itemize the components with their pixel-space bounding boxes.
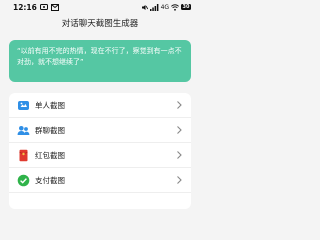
network-type: 4G bbox=[160, 3, 170, 11]
page-title: 对话聊天截图生成器 bbox=[61, 18, 139, 29]
battery-icon: 30 bbox=[181, 4, 191, 10]
notification-icon bbox=[39, 4, 48, 10]
mail-icon bbox=[50, 3, 59, 11]
menu-item-label: 单人截图 bbox=[35, 100, 65, 110]
status-left: 12:16 bbox=[13, 3, 59, 12]
menu-item-label: 支付截图 bbox=[35, 175, 65, 185]
payment-check-icon bbox=[17, 174, 30, 187]
battery-level: 30 bbox=[182, 4, 190, 10]
red-packet-icon bbox=[17, 149, 30, 162]
mute-icon bbox=[141, 4, 148, 10]
chevron-right-icon bbox=[177, 176, 182, 184]
menu-item-label: 群聊截图 bbox=[35, 125, 65, 135]
menu-item-payment[interactable]: 支付截图 bbox=[9, 168, 191, 193]
quote-banner: “以前有用不完的热情，现在不行了，察觉到有一点不对劲，就不想继续了” bbox=[9, 40, 191, 82]
chevron-right-icon bbox=[177, 151, 182, 159]
chevron-right-icon bbox=[177, 101, 182, 109]
status-time: 12:16 bbox=[13, 2, 37, 12]
signal-icon bbox=[149, 3, 158, 11]
wifi-icon bbox=[171, 3, 180, 11]
chevron-right-icon bbox=[177, 126, 182, 134]
status-right: 4G 30 bbox=[141, 3, 191, 11]
single-chat-icon bbox=[17, 99, 30, 112]
menu-item-red-packet[interactable]: 红包截图 bbox=[9, 143, 191, 168]
menu-item-label: 红包截图 bbox=[35, 150, 65, 160]
group-chat-icon bbox=[17, 124, 30, 137]
status-bar: 12:16 4G 30 bbox=[0, 0, 200, 14]
menu-item-group-chat[interactable]: 群聊截图 bbox=[9, 118, 191, 143]
menu-card: 单人截图 群聊截图 红包截图 支付截图 bbox=[9, 93, 191, 209]
quote-text: “以前有用不完的热情，现在不行了，察觉到有一点不对劲，就不想继续了” bbox=[17, 47, 182, 66]
menu-item-single-chat[interactable]: 单人截图 bbox=[9, 93, 191, 118]
title-bar: 对话聊天截图生成器 bbox=[0, 14, 200, 31]
app-screen: 12:16 4G 30 对话聊天截图生成器 “以前有用不完的热情，现在不行了，察… bbox=[0, 0, 200, 209]
